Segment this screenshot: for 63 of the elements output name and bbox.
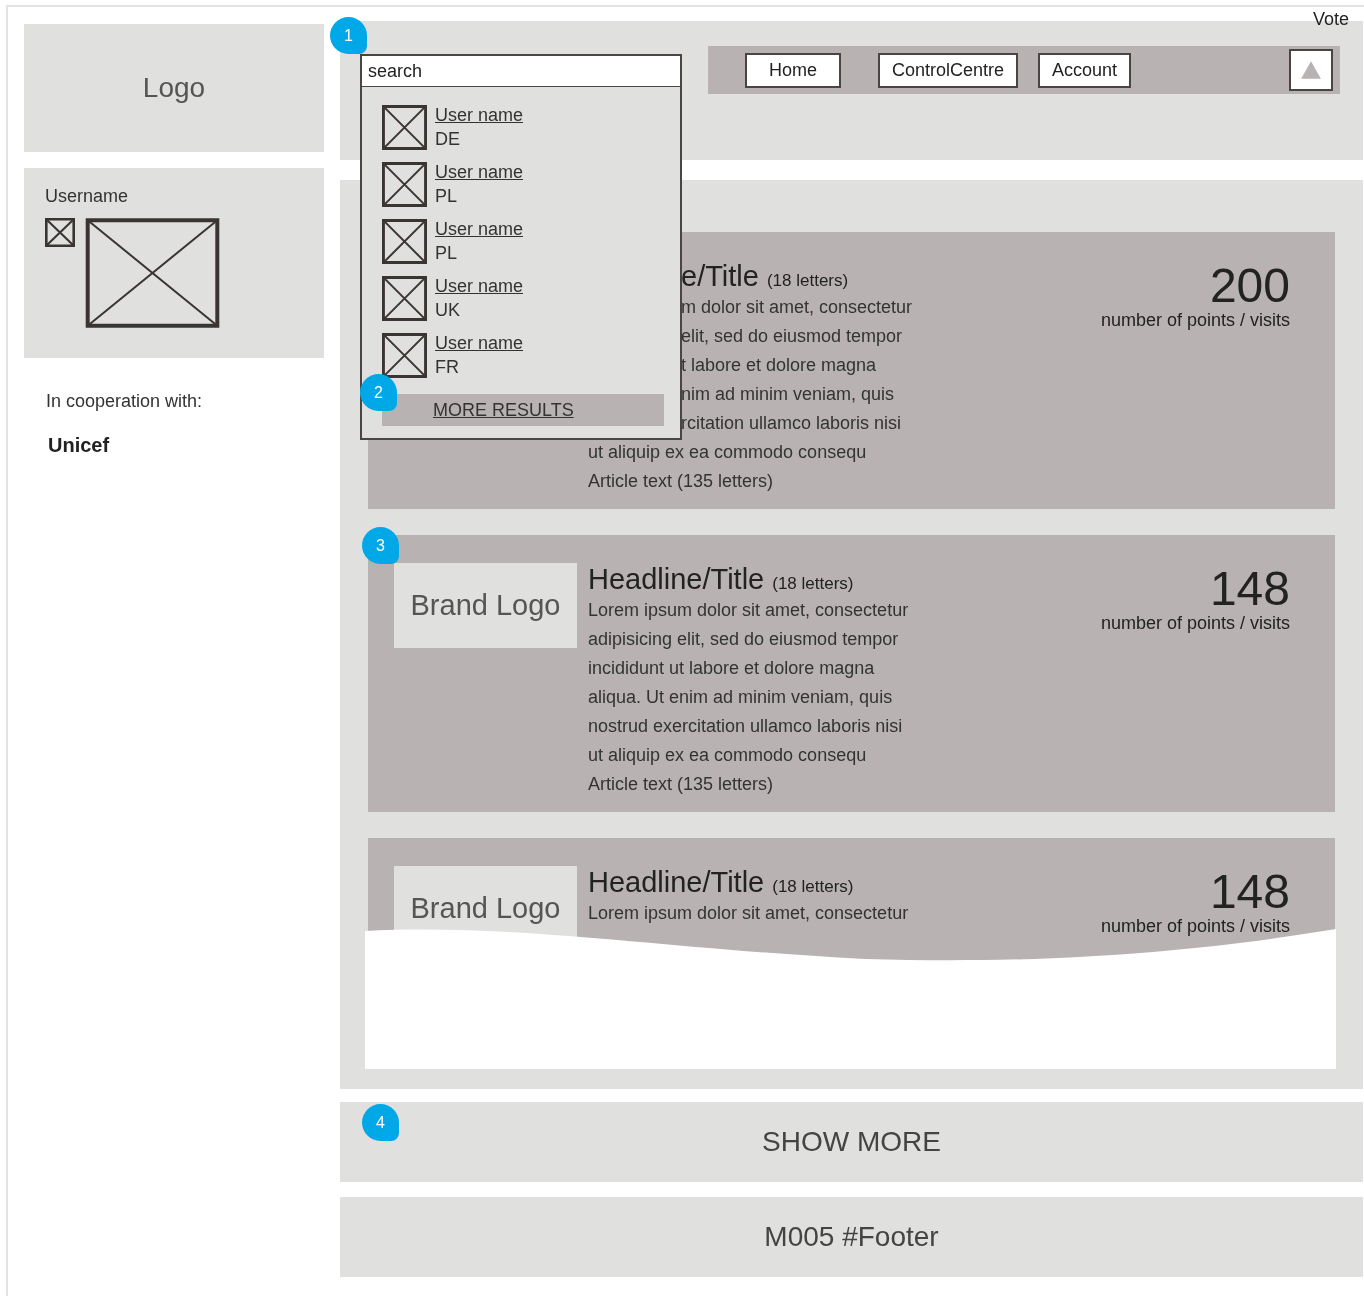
show-more-button[interactable]: SHOW MORE 4 [340, 1102, 1363, 1182]
country-label: UK [435, 299, 460, 322]
vote-label: Vote [1312, 9, 1349, 30]
user-link[interactable]: User name [435, 274, 524, 298]
footer: M005 #Footer [340, 1197, 1363, 1277]
country-label: FR [435, 356, 459, 379]
user-link[interactable]: User name [435, 331, 524, 355]
country-label: DE [435, 128, 460, 151]
letter-count: (18 letters) [772, 877, 854, 897]
annotation-badge: 3 [362, 527, 399, 564]
points-count: 148 [1209, 868, 1290, 916]
points-count: 148 [1209, 565, 1290, 613]
headline: Headline/Title [588, 866, 765, 899]
username-label: Username [45, 186, 130, 207]
scroll-up-button[interactable] [1289, 49, 1333, 91]
article-text: Lorem ipsum dolor sit amet, consectetur [588, 599, 909, 622]
article-text: nostrud exercitation ullamco laboris nisi [588, 715, 904, 738]
cooperation-label: In cooperation with: [45, 391, 204, 412]
user-link[interactable]: User name [435, 160, 524, 184]
article-text: t labore et dolore magna [681, 354, 878, 377]
image-placeholder-icon [85, 218, 220, 328]
image-placeholder-icon [382, 162, 427, 207]
brand-logo: Brand Logo [394, 563, 577, 648]
points-count: 200 [1209, 262, 1290, 310]
letter-count: (18 letters) [772, 574, 854, 594]
article-text: adipisicing elit, sed do eiusmod tempor [588, 628, 900, 651]
image-placeholder-icon [382, 219, 427, 264]
partner-name: Unicef [47, 434, 111, 457]
user-link[interactable]: User name [435, 217, 524, 241]
country-label: PL [435, 185, 458, 208]
image-placeholder-icon [382, 333, 427, 378]
points-label: number of points / visits [1100, 916, 1290, 937]
search-field[interactable]: search [360, 54, 682, 88]
article-text: ut aliquip ex ea commodo consequ [588, 744, 868, 767]
article-text: Article text (135 letters) [588, 773, 775, 796]
nav-button[interactable]: Home [745, 52, 841, 88]
country-label: PL [435, 242, 458, 265]
headline: Headline/Title [588, 563, 765, 596]
annotation-badge: 4 [362, 1104, 399, 1141]
article-text: elit, sed do eiusmod tempor [681, 325, 904, 348]
article-text: ut aliquip ex ea commodo consequ [588, 441, 868, 464]
logo: Logo [24, 24, 324, 152]
more-results-link[interactable]: MORE RESULTS [433, 399, 574, 421]
article-text: aliqua. Ut enim ad minim veniam, quis [588, 686, 894, 709]
annotation-badge: 2 [360, 374, 397, 411]
triangle-icon [1300, 59, 1322, 81]
points-label: number of points / visits [1100, 613, 1290, 634]
nav-button[interactable]: ControlCentre [878, 52, 1019, 88]
article-text: Article text (135 letters) [588, 470, 775, 493]
article-text: Lorem ipsum dolor sit amet, consectetur [588, 902, 909, 925]
headline: e/Title [681, 260, 759, 293]
user-link[interactable]: User name [435, 103, 524, 127]
article-text: incididunt ut labore et dolore magna [588, 657, 876, 680]
article-text: rcitation ullamco laboris nisi [681, 412, 903, 435]
article-text: nim ad minim veniam, quis [681, 383, 896, 406]
article-text: m dolor sit amet, consectetur [681, 296, 913, 319]
annotation-badge: 1 [330, 17, 367, 54]
nav-button[interactable]: Account [1038, 52, 1132, 88]
letter-count: (18 letters) [766, 271, 849, 291]
image-placeholder-icon [382, 105, 427, 150]
checkbox-icon [45, 218, 75, 247]
image-placeholder-icon [382, 276, 427, 321]
points-label: number of points / visits [1100, 310, 1290, 331]
